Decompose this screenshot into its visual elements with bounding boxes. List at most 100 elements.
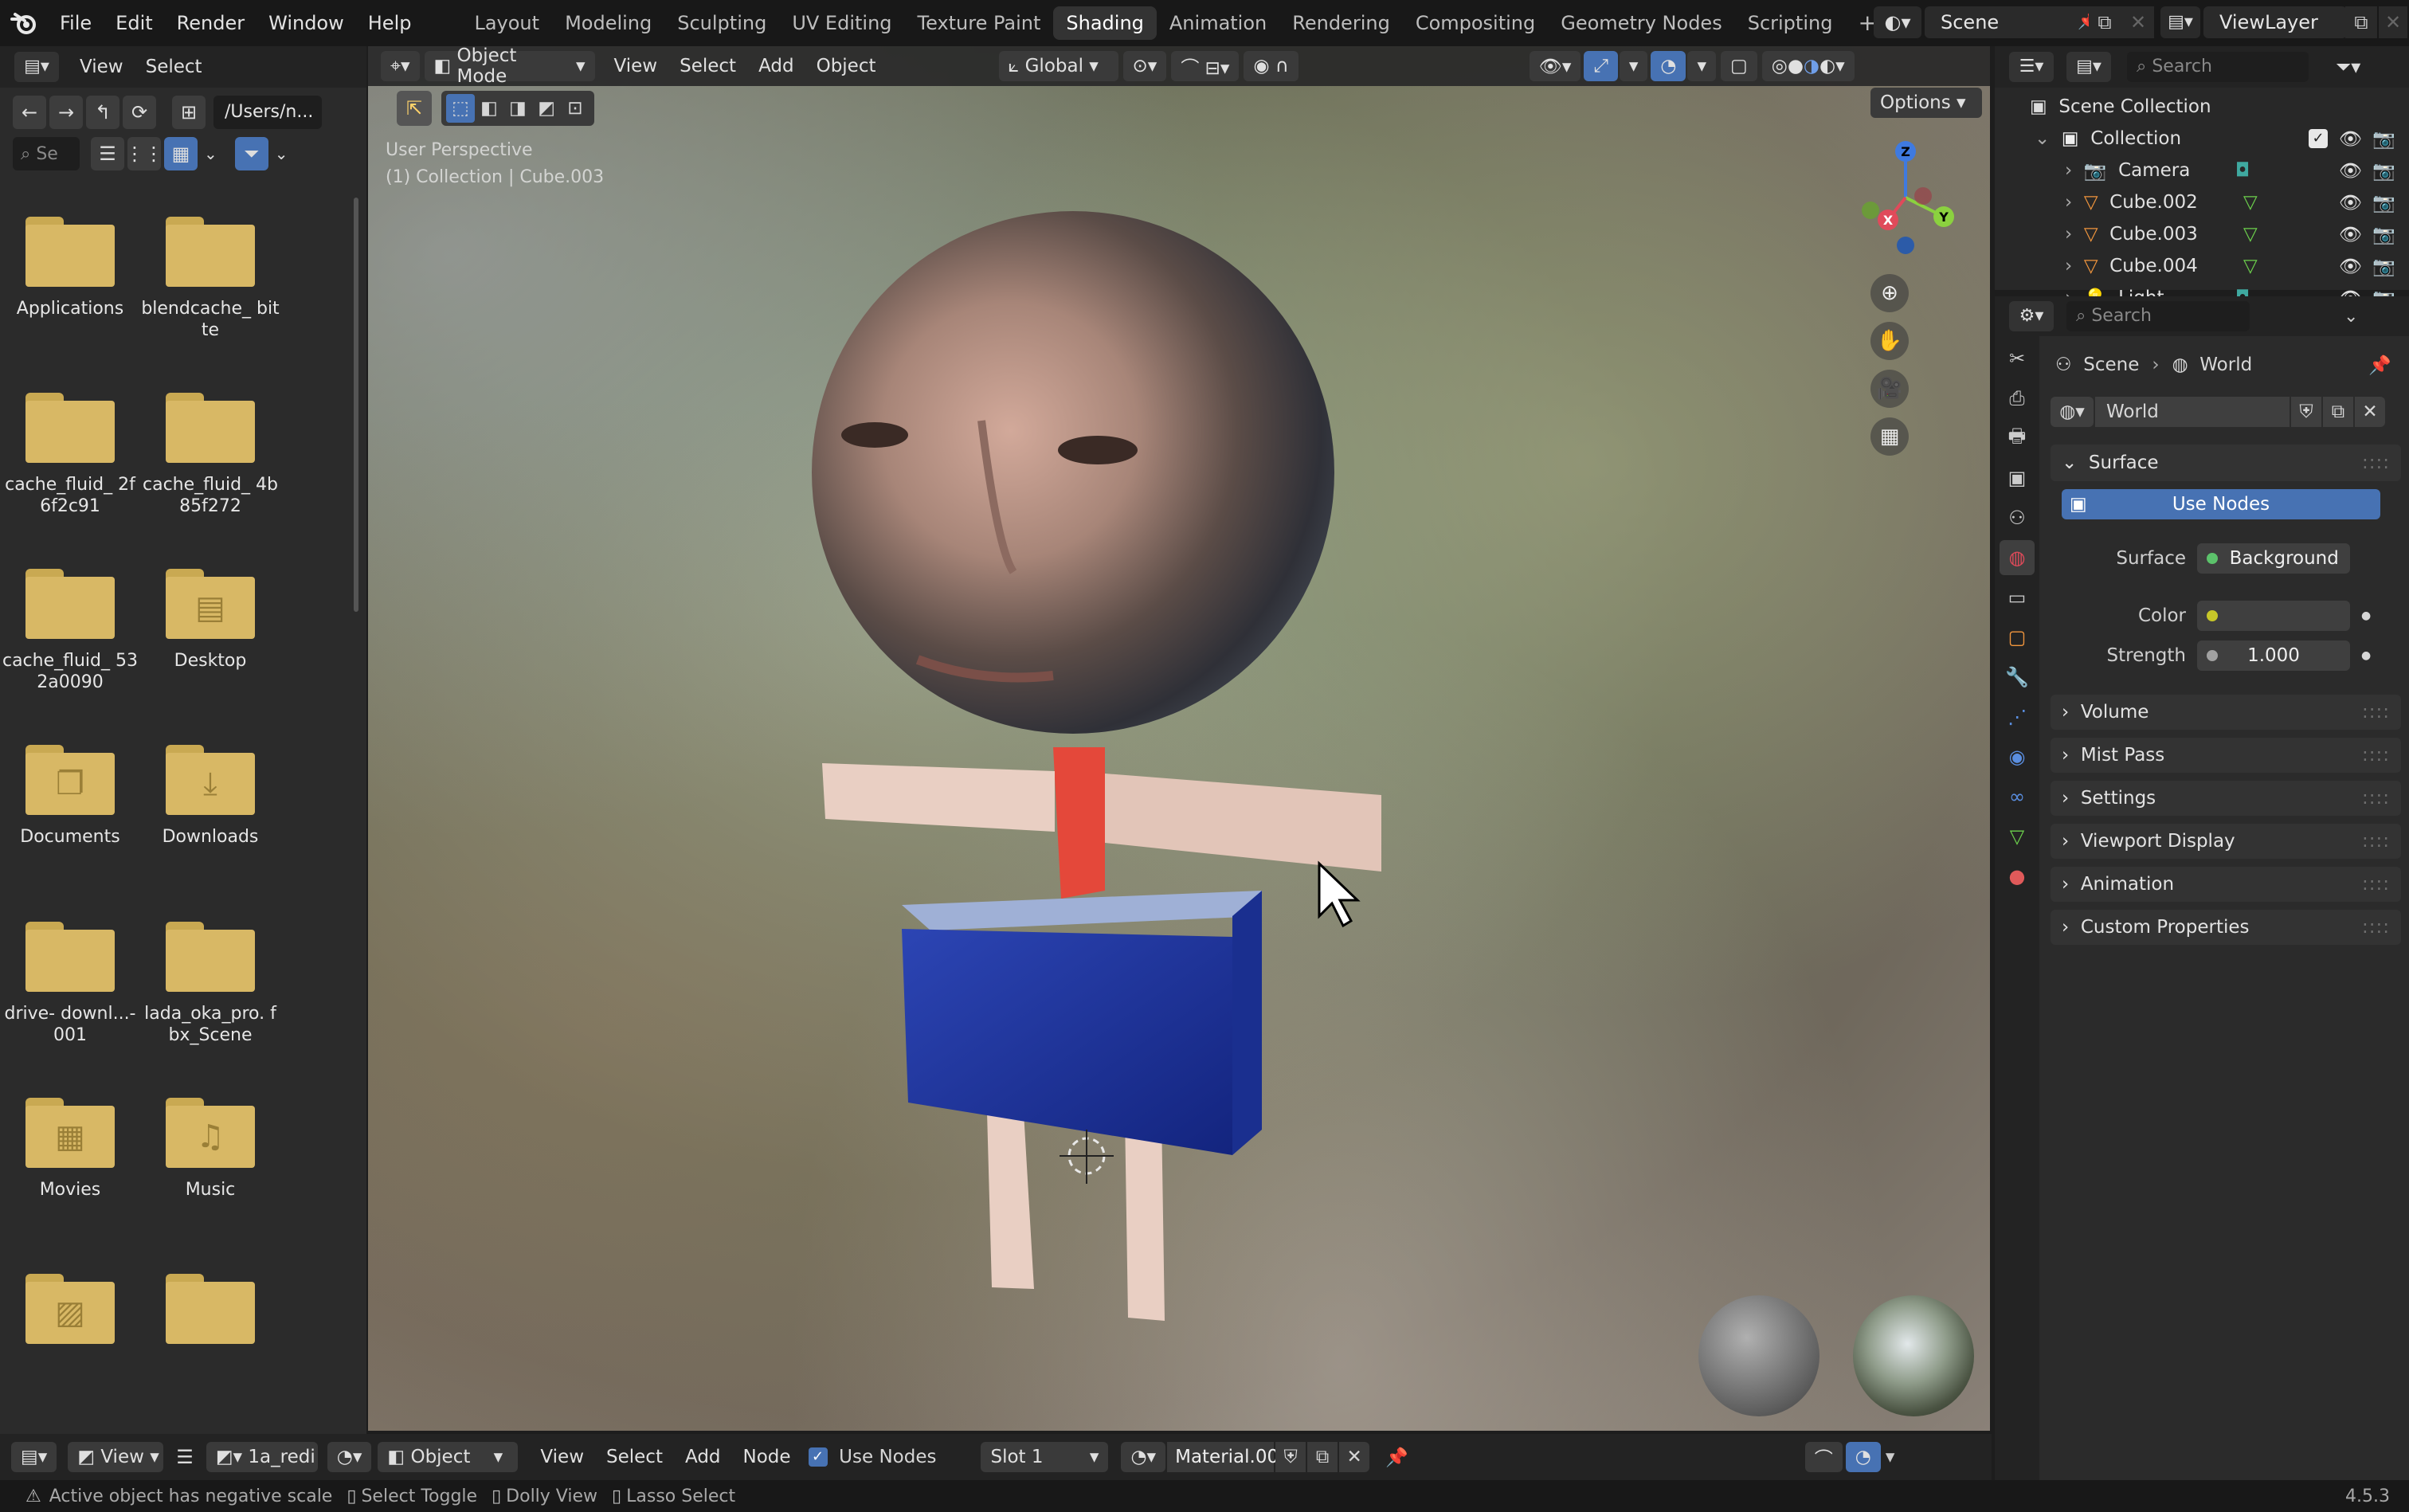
panel-header[interactable]: › Settings:::: bbox=[2051, 781, 2401, 816]
tab-rendering[interactable]: Rendering bbox=[1279, 6, 1403, 40]
blender-logo-icon[interactable] bbox=[0, 0, 48, 46]
expand-arrow-icon[interactable]: › bbox=[2065, 256, 2072, 276]
tab-uv-editing[interactable]: UV Editing bbox=[779, 6, 904, 40]
tab-sculpting[interactable]: Sculpting bbox=[664, 6, 779, 40]
panel-header[interactable]: › Mist Pass:::: bbox=[2051, 738, 2401, 773]
file-item[interactable]: blendcache_ bitte bbox=[140, 207, 280, 353]
refresh-icon[interactable]: ⟳ bbox=[123, 96, 156, 129]
menu-help[interactable]: Help bbox=[356, 0, 424, 46]
display-mode-icon[interactable]: ▤▾ bbox=[2066, 52, 2111, 82]
file-item[interactable]: Applications bbox=[0, 207, 140, 353]
perspective-toggle-icon[interactable]: ▦ bbox=[1870, 417, 1909, 456]
expand-arrow-icon[interactable]: › bbox=[2065, 192, 2072, 213]
visibility-icon[interactable]: 👁 bbox=[2339, 192, 2362, 213]
overlay-options-icon[interactable]: ▾ bbox=[1687, 51, 1717, 81]
render-visibility-icon[interactable]: 📷 bbox=[2372, 192, 2395, 213]
fb-menu-view[interactable]: View bbox=[69, 57, 135, 77]
pin-icon[interactable]: 📌 bbox=[2368, 354, 2391, 376]
modifier-tab-icon[interactable]: 🔧 bbox=[2000, 660, 2035, 695]
view-layer-field[interactable]: ViewLayer bbox=[2203, 6, 2347, 38]
rendered-shading-icon[interactable]: ◐ bbox=[1819, 56, 1835, 76]
view-layer-tab-icon[interactable]: ▣ bbox=[2000, 460, 2035, 496]
panel-header[interactable]: › Animation:::: bbox=[2051, 867, 2401, 902]
outliner-item[interactable]: › ▽ Cube.003 ▽ 👁 📷 bbox=[1995, 218, 2409, 250]
pan-icon[interactable]: ✋ bbox=[1870, 322, 1909, 360]
tab-compositing[interactable]: Compositing bbox=[1403, 6, 1548, 40]
menu-file[interactable]: File bbox=[48, 0, 104, 46]
outliner-item[interactable]: › ▽ Cube.002 ▽ 👁 📷 bbox=[1995, 186, 2409, 218]
file-item[interactable]: drive- downl...-001 bbox=[0, 912, 140, 1058]
node-overlay-options-icon[interactable]: ▾ bbox=[1886, 1447, 1895, 1467]
scene-tab-icon[interactable]: ⚇ bbox=[2000, 500, 2035, 535]
file-item[interactable]: ▤ Desktop bbox=[140, 559, 280, 705]
list-vertical-icon[interactable]: ☰ bbox=[91, 137, 124, 170]
tool-tab-icon[interactable]: ✂ bbox=[2000, 341, 2035, 376]
options-button[interactable]: Options ▾ bbox=[1870, 88, 1982, 118]
mesh-data-icon[interactable]: ▽ bbox=[2243, 224, 2258, 245]
file-item[interactable]: ❐ Documents bbox=[0, 735, 140, 881]
node-snap-icon[interactable]: ⌒ bbox=[1804, 1442, 1843, 1472]
render-visibility-icon[interactable]: 📷 bbox=[2372, 256, 2395, 277]
unlink-world-icon[interactable]: ✕ bbox=[2355, 397, 2385, 427]
material-pin-icon[interactable]: 📌 bbox=[1385, 1447, 1408, 1468]
use-nodes-toggle[interactable]: ✓ Use Nodes bbox=[808, 1447, 936, 1467]
vp-menu-object[interactable]: Object bbox=[805, 56, 887, 76]
pivot-point-icon[interactable]: ⊙▾ bbox=[1122, 51, 1167, 81]
mode-selector[interactable]: ◧ Object Mode ▾ bbox=[424, 46, 595, 87]
outliner-item[interactable]: › 📷 Camera ◘ 👁 📷 bbox=[1995, 155, 2409, 186]
scene-selector-icon[interactable]: ◐▾ bbox=[1874, 6, 1921, 38]
outliner-item[interactable]: › ▽ Cube.004 ▽ 👁 📷 bbox=[1995, 250, 2409, 282]
collection-row[interactable]: ⌄ ▣ Collection ✓ 👁 📷 bbox=[1995, 123, 2409, 155]
collection-checkbox[interactable]: ✓ bbox=[2309, 129, 2328, 148]
select-subtract-icon[interactable]: ◨ bbox=[503, 98, 532, 119]
image-view-mode[interactable]: ◩ View ▾ bbox=[68, 1442, 164, 1472]
panel-header[interactable]: › Custom Properties:::: bbox=[2051, 910, 2401, 945]
properties-search[interactable]: ⌕ Search bbox=[2066, 301, 2250, 331]
visibility-icon[interactable]: 👁▾ bbox=[1529, 51, 1581, 81]
vp-menu-add[interactable]: Add bbox=[747, 56, 805, 76]
editor-type-icon[interactable]: ▤▾ bbox=[14, 52, 59, 82]
select-invert-icon[interactable]: ◩ bbox=[532, 98, 561, 119]
menu-edit[interactable]: Edit bbox=[104, 0, 164, 46]
camera-data-icon[interactable]: ◘ bbox=[2235, 160, 2250, 181]
tab-animation[interactable]: Animation bbox=[1157, 6, 1279, 40]
zoom-icon[interactable]: ⊕ bbox=[1870, 274, 1909, 312]
tab-texture-paint[interactable]: Texture Paint bbox=[905, 6, 1054, 40]
camera-view-icon[interactable]: 🎥 bbox=[1870, 370, 1909, 408]
shader-menu-node[interactable]: Node bbox=[732, 1447, 802, 1467]
strength-keyframe-icon[interactable]: ● bbox=[2361, 649, 2371, 662]
tab-shading[interactable]: Shading bbox=[1053, 6, 1157, 40]
snap-icon[interactable]: ⌒ ⊟▾ bbox=[1171, 51, 1240, 81]
world-tab-icon[interactable]: ◍ bbox=[2000, 540, 2035, 575]
file-item[interactable]: ▨ bbox=[0, 1264, 140, 1410]
parent-directory-icon[interactable]: ↰ bbox=[86, 96, 119, 129]
tab-geometry-nodes[interactable]: Geometry Nodes bbox=[1548, 6, 1734, 40]
solid-shading-icon[interactable]: ● bbox=[1788, 56, 1804, 76]
fake-user-icon[interactable]: ⛨ bbox=[2291, 397, 2321, 427]
properties-editor-type-icon[interactable]: ⚙▾ bbox=[2009, 301, 2054, 331]
delete-scene-icon[interactable]: ✕ bbox=[2122, 6, 2154, 38]
tab-scripting[interactable]: Scripting bbox=[1735, 6, 1846, 40]
world-browse-icon[interactable]: ◍▾ bbox=[2051, 397, 2094, 427]
use-nodes-button[interactable]: ▣ Use Nodes bbox=[2062, 489, 2380, 519]
vp-menu-select[interactable]: Select bbox=[668, 56, 747, 76]
visibility-icon[interactable]: 👁 bbox=[2339, 256, 2362, 277]
material-unlink-icon[interactable]: ✕ bbox=[1339, 1442, 1370, 1472]
render-visibility-icon[interactable]: 📷 bbox=[2372, 224, 2395, 245]
path-field[interactable]: /Users/n... bbox=[213, 96, 322, 129]
select-tool-icon[interactable]: ⇱ bbox=[397, 91, 432, 126]
properties-options-icon[interactable]: ⌄ bbox=[2344, 307, 2358, 327]
select-box-icon[interactable]: ⬚ bbox=[446, 94, 475, 123]
duplicate-world-icon[interactable]: ⧉ bbox=[2323, 397, 2353, 427]
collection-tab-icon[interactable]: ▭ bbox=[2000, 580, 2035, 615]
particles-tab-icon[interactable]: ⋰ bbox=[2000, 699, 2035, 734]
outliner-editor-type-icon[interactable]: ☰▾ bbox=[2009, 52, 2054, 82]
fb-menu-select[interactable]: Select bbox=[135, 57, 213, 77]
outliner-search[interactable]: ⌕ Search bbox=[2127, 52, 2309, 82]
panel-header[interactable]: › Volume:::: bbox=[2051, 695, 2401, 730]
shader-menu-add[interactable]: Add bbox=[674, 1447, 732, 1467]
color-keyframe-icon[interactable]: ● bbox=[2361, 609, 2371, 622]
strength-field[interactable]: 1.000 bbox=[2197, 640, 2350, 671]
list-horizontal-icon[interactable]: ⋮⋮ bbox=[125, 137, 163, 170]
select-intersect-icon[interactable]: ⊡ bbox=[561, 98, 590, 119]
